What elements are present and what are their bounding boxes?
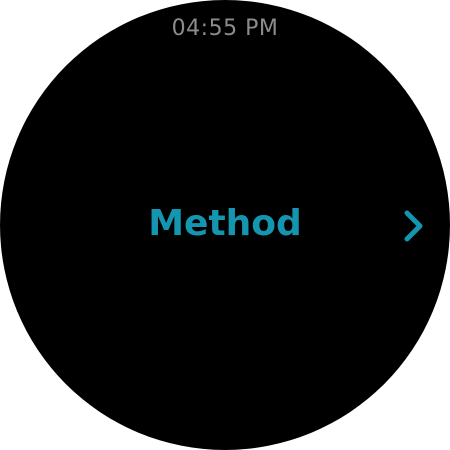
watch-screen: 04:55 PM Method [0, 0, 450, 450]
status-time: 04:55 PM [171, 16, 279, 41]
next-button[interactable] [396, 204, 432, 248]
page-title[interactable]: Method [0, 203, 450, 244]
chevron-right-icon [403, 209, 425, 243]
